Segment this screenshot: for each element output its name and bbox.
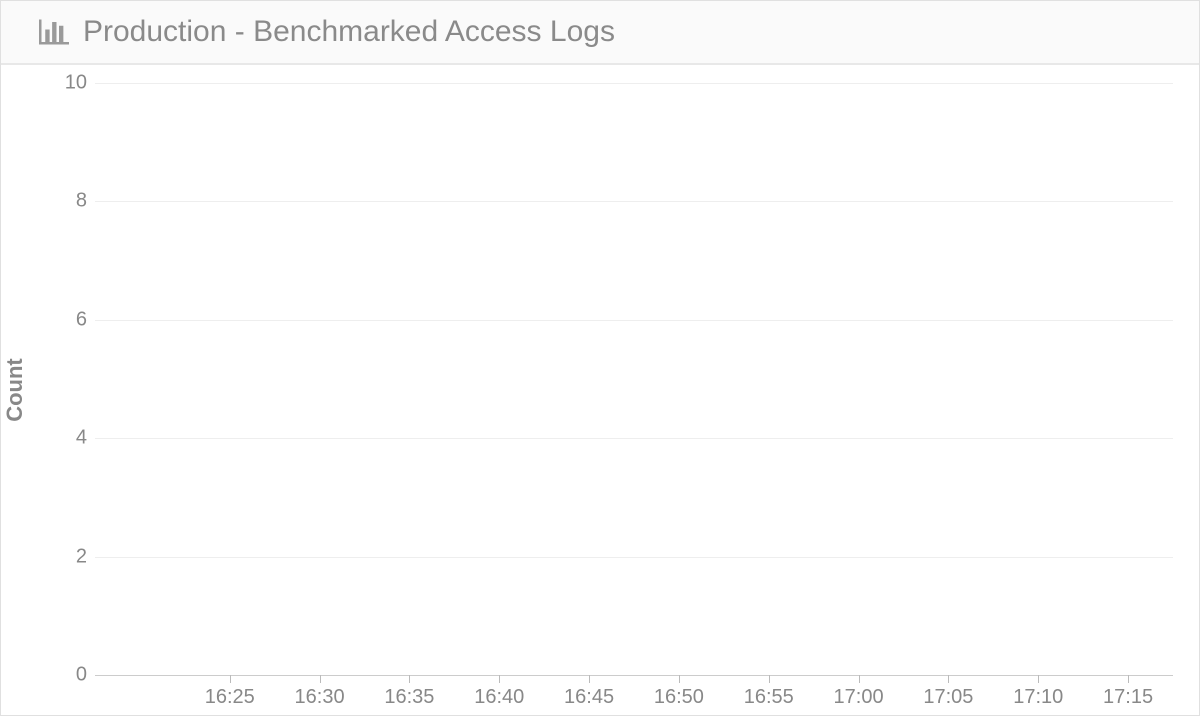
x-tick-label: 17:10: [1013, 686, 1063, 709]
x-tick-mark: [499, 675, 500, 683]
chart-plot[interactable]: 024681016:2516:3016:3516:4016:4516:5016:…: [95, 83, 1173, 675]
x-tick-label: 17:15: [1103, 686, 1153, 709]
x-tick-label: 17:00: [834, 686, 884, 709]
x-tick-mark: [589, 675, 590, 683]
y-tick-label: 0: [51, 664, 87, 687]
x-tick-mark: [1038, 675, 1039, 683]
chart-area: Count 024681016:2516:3016:3516:4016:4516…: [1, 65, 1199, 715]
x-tick-mark: [1128, 675, 1129, 683]
x-tick-mark: [320, 675, 321, 683]
bar-chart-icon: [39, 19, 69, 45]
x-tick-mark: [679, 675, 680, 683]
y-tick-label: 10: [51, 72, 87, 95]
x-tick-label: 17:05: [923, 686, 973, 709]
x-tick-label: 16:50: [654, 686, 704, 709]
x-tick-label: 16:40: [474, 686, 524, 709]
y-tick-label: 4: [51, 427, 87, 450]
x-tick-label: 16:35: [384, 686, 434, 709]
x-tick-mark: [769, 675, 770, 683]
bars-container: [95, 83, 1173, 675]
dashboard-panel: Production - Benchmarked Access Logs Cou…: [0, 0, 1200, 716]
x-tick-label: 16:55: [744, 686, 794, 709]
panel-header: Production - Benchmarked Access Logs: [1, 1, 1199, 65]
y-tick-label: 2: [51, 545, 87, 568]
x-tick-label: 16:30: [295, 686, 345, 709]
y-tick-label: 6: [51, 308, 87, 331]
x-tick-mark: [859, 675, 860, 683]
y-tick-label: 8: [51, 190, 87, 213]
x-tick-mark: [948, 675, 949, 683]
panel-title: Production - Benchmarked Access Logs: [83, 15, 615, 49]
x-axis-line: [95, 675, 1173, 676]
x-tick-label: 16:45: [564, 686, 614, 709]
y-axis-label: Count: [2, 358, 28, 422]
x-tick-mark: [409, 675, 410, 683]
x-tick-label: 16:25: [205, 686, 255, 709]
x-tick-mark: [230, 675, 231, 683]
